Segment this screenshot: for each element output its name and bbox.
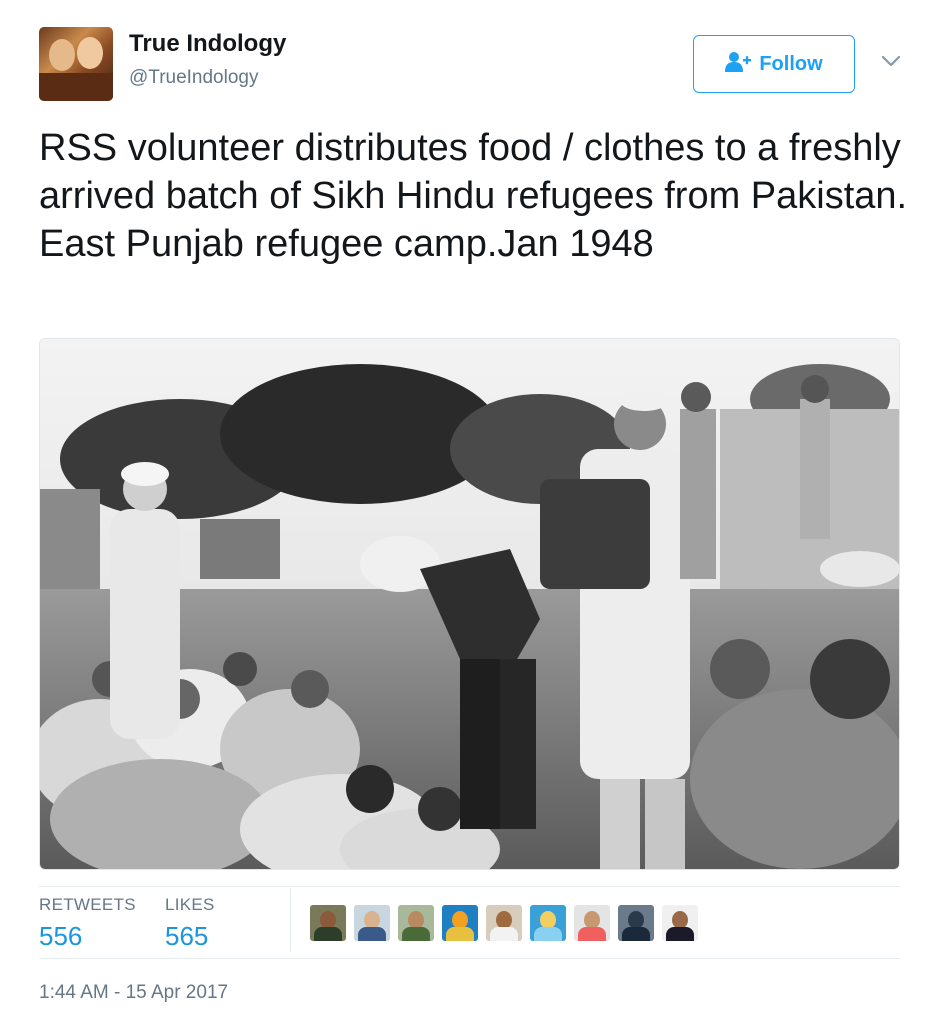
liker-avatar[interactable] xyxy=(530,905,566,941)
tweet-photo[interactable] xyxy=(39,338,900,870)
author-name[interactable]: True Indology xyxy=(129,30,286,58)
liker-avatar[interactable] xyxy=(662,905,698,941)
stats-bottom-divider xyxy=(39,958,900,959)
liker-avatar[interactable] xyxy=(398,905,434,941)
author-handle[interactable]: @TrueIndology xyxy=(129,67,258,89)
retweets-count: 556 xyxy=(39,921,83,951)
liker-avatar[interactable] xyxy=(486,905,522,941)
likes-count: 565 xyxy=(165,921,209,951)
liker-avatar-body xyxy=(358,927,386,941)
retweets-label: RETWEETS xyxy=(39,895,136,914)
liker-avatar-body xyxy=(622,927,650,941)
liker-avatar[interactable] xyxy=(574,905,610,941)
follow-button-label: Follow xyxy=(759,52,823,75)
liker-avatar-body xyxy=(314,927,342,941)
liker-avatar-body xyxy=(446,927,474,941)
tweet-text: RSS volunteer distributes food / clothes… xyxy=(39,127,908,265)
liker-avatar-body xyxy=(534,927,562,941)
liker-avatar[interactable] xyxy=(310,905,346,941)
chevron-down-icon xyxy=(881,55,901,67)
follow-button[interactable]: Follow xyxy=(693,35,855,93)
likes-stat[interactable]: LIKES 565 xyxy=(165,895,215,952)
stats-separator xyxy=(290,888,291,952)
liker-avatar[interactable] xyxy=(618,905,654,941)
liker-avatar[interactable] xyxy=(354,905,390,941)
tweet-header: True Indology @TrueIndology Follow xyxy=(39,27,905,103)
retweets-stat[interactable]: RETWEETS 556 xyxy=(39,895,136,952)
follow-person-plus-icon xyxy=(725,51,752,77)
avatar-figure-left xyxy=(49,39,75,71)
liker-avatar-body xyxy=(490,927,518,941)
avatar-robe xyxy=(39,73,113,101)
likers-avatar-list xyxy=(310,905,698,941)
avatar-figure-right xyxy=(77,37,103,69)
liker-avatar-body xyxy=(402,927,430,941)
stats-top-divider xyxy=(39,886,900,887)
tweet-menu-caret[interactable] xyxy=(879,49,903,73)
refugee-camp-photo xyxy=(40,339,899,869)
liker-avatar-body xyxy=(666,927,694,941)
author-avatar[interactable] xyxy=(39,27,113,101)
tweet-timestamp[interactable]: 1:44 AM - 15 Apr 2017 xyxy=(39,982,228,1004)
likes-label: LIKES xyxy=(165,895,215,914)
liker-avatar-body xyxy=(578,927,606,941)
liker-avatar[interactable] xyxy=(442,905,478,941)
